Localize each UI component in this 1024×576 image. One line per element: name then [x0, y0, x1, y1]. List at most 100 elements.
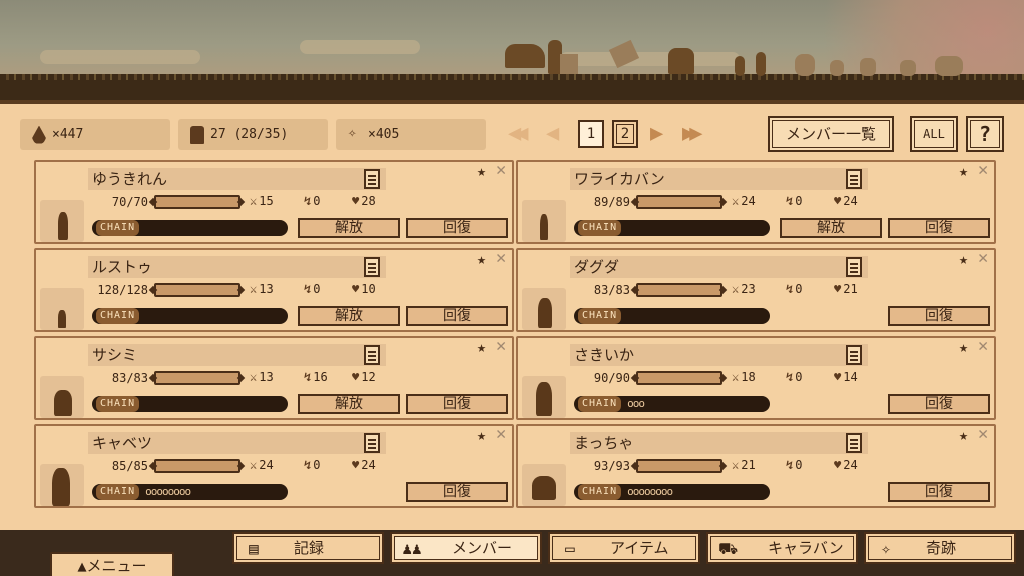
member-name: サシミ [88, 344, 386, 366]
page-2-button[interactable]: 2 [612, 120, 638, 148]
dismiss-icon[interactable]: ✕ [978, 336, 988, 356]
memo-icon[interactable] [846, 433, 862, 453]
memo-icon[interactable] [364, 169, 380, 189]
defense-stat: ♥ 24 [834, 194, 858, 208]
heart-icon: ♥ [352, 194, 360, 208]
favorite-star-icon[interactable]: ★ [477, 162, 486, 180]
hp-bar [154, 283, 240, 297]
member-portrait[interactable] [40, 200, 84, 242]
hp-bar [154, 371, 240, 385]
recover-button[interactable]: 回復 [406, 218, 508, 238]
tab-miracle[interactable]: ✧ 奇跡 [864, 532, 1016, 564]
member-sprite [532, 476, 556, 500]
dismiss-icon[interactable]: ✕ [496, 160, 506, 180]
defense-stat: ♥ 12 [352, 370, 376, 384]
heart-icon: ♥ [352, 282, 360, 296]
recover-button[interactable]: 回復 [406, 394, 508, 414]
attack-stat: ⚔ 21 [732, 458, 756, 472]
defense-value: 28 [361, 194, 376, 208]
release-button[interactable]: 解放 [298, 306, 400, 326]
first-page-icon[interactable]: ◀◀ [508, 121, 528, 147]
member-card[interactable]: まっちゃ ★ ✕ 93/93 ⚔ 21 ↯ 0 ♥ 24 CHAIN oooooooo … [516, 424, 996, 508]
member-card[interactable]: ゆうきれん ★ ✕ 70/70 ⚔ 15 ↯ 0 ♥ 28 CHAIN 解放 回復 [34, 160, 514, 244]
recover-button[interactable]: 回復 [888, 394, 990, 414]
member-count: 27 (28/35) [210, 127, 289, 142]
recover-button[interactable]: 回復 [888, 218, 990, 238]
member-name: さきいか [570, 344, 868, 366]
member-card[interactable]: サシミ ★ ✕ 83/83 ⚔ 13 ↯ 16 ♥ 12 CHAIN 解放 回復 [34, 336, 514, 420]
recover-button[interactable]: 回復 [406, 482, 508, 502]
sword-icon: ⚔ [250, 370, 258, 384]
chain-label: CHAIN [578, 484, 622, 500]
prev-page-icon[interactable]: ◀ [546, 121, 559, 147]
memo-icon[interactable] [846, 257, 862, 277]
dismiss-icon[interactable]: ✕ [978, 424, 988, 444]
release-button[interactable]: 解放 [298, 394, 400, 414]
traveler-figure [668, 48, 694, 74]
tab-members[interactable]: ♟♟ メンバー [390, 532, 542, 564]
recover-button[interactable]: 回復 [888, 482, 990, 502]
defense-stat: ♥ 28 [352, 194, 376, 208]
page-1-button[interactable]: 1 [578, 120, 604, 148]
member-portrait[interactable] [522, 288, 566, 330]
sword-icon: ⚔ [732, 370, 740, 384]
camel-figure [505, 44, 545, 68]
member-card[interactable]: ワライカバン ★ ✕ 89/89 ⚔ 24 ↯ 0 ♥ 24 CHAIN 解放 回復 [516, 160, 996, 244]
dismiss-icon[interactable]: ✕ [978, 248, 988, 268]
member-portrait[interactable] [522, 376, 566, 418]
memo-icon[interactable] [364, 433, 380, 453]
dismiss-icon[interactable]: ✕ [496, 248, 506, 268]
favorite-star-icon[interactable]: ★ [477, 250, 486, 268]
member-portrait[interactable] [522, 464, 566, 506]
tab-caravan[interactable]: ⛟ キャラバン [706, 532, 858, 564]
dismiss-icon[interactable]: ✕ [496, 336, 506, 356]
chain-label: CHAIN [96, 484, 140, 500]
all-button[interactable]: ALL [910, 116, 958, 152]
boot-icon: ↯ [786, 282, 794, 296]
member-portrait[interactable] [40, 288, 84, 330]
favorite-star-icon[interactable]: ★ [959, 250, 968, 268]
favorite-star-icon[interactable]: ★ [477, 426, 486, 444]
defense-stat: ♥ 10 [352, 282, 376, 296]
hp-value: 83/83 [111, 371, 148, 385]
member-portrait[interactable] [522, 200, 566, 242]
member-card[interactable]: ルストゥ ★ ✕ 128/128 ⚔ 13 ↯ 0 ♥ 10 CHAIN 解放 回復 [34, 248, 514, 332]
tab-record[interactable]: ▤ 記録 [232, 532, 384, 564]
release-button[interactable]: 解放 [298, 218, 400, 238]
tab-items[interactable]: ▭ アイテム [548, 532, 700, 564]
member-list-button[interactable]: メンバー一覧 [768, 116, 894, 152]
recover-button[interactable]: 回復 [406, 306, 508, 326]
members-icon: ♟♟ [402, 539, 422, 558]
stamina-value: 0 [313, 458, 321, 472]
chain-label: CHAIN [578, 308, 622, 324]
member-name: まっちゃ [570, 432, 868, 454]
favorite-star-icon[interactable]: ★ [477, 338, 486, 356]
boot-icon: ↯ [304, 282, 312, 296]
memo-icon[interactable] [364, 345, 380, 365]
menu-button[interactable]: ▲メニュー [50, 552, 174, 576]
dismiss-icon[interactable]: ✕ [496, 424, 506, 444]
last-page-icon[interactable]: ▶▶ [682, 121, 702, 147]
release-button[interactable]: 解放 [780, 218, 882, 238]
favorite-star-icon[interactable]: ★ [959, 162, 968, 180]
member-card[interactable]: さきいか ★ ✕ 90/90 ⚔ 18 ↯ 0 ♥ 14 CHAIN ooo 回復 [516, 336, 996, 420]
hp-value: 90/90 [593, 371, 630, 385]
memo-icon[interactable] [846, 169, 862, 189]
traveler-figure [756, 52, 766, 76]
recover-button[interactable]: 回復 [888, 306, 990, 326]
member-portrait[interactable] [40, 464, 84, 506]
member-card[interactable]: キャベツ ★ ✕ 85/85 ⚔ 24 ↯ 0 ♥ 24 CHAIN oooooooo … [34, 424, 514, 508]
member-panel: ×447 27 (28/35) ✧ ×405 ◀◀ ◀ 1 2 ▶ ▶▶ メンバ… [0, 100, 1024, 530]
hp-bar [636, 459, 722, 473]
member-portrait[interactable] [40, 376, 84, 418]
favorite-star-icon[interactable]: ★ [959, 338, 968, 356]
memo-icon[interactable] [846, 345, 862, 365]
help-button[interactable]: ? [966, 116, 1004, 152]
dismiss-icon[interactable]: ✕ [978, 160, 988, 180]
favorite-star-icon[interactable]: ★ [959, 426, 968, 444]
member-sprite [52, 468, 70, 506]
next-page-icon[interactable]: ▶ [650, 121, 663, 147]
member-card[interactable]: ダグダ ★ ✕ 83/83 ⚔ 23 ↯ 0 ♥ 21 CHAIN 回復 [516, 248, 996, 332]
attack-value: 15 [259, 194, 274, 208]
memo-icon[interactable] [364, 257, 380, 277]
